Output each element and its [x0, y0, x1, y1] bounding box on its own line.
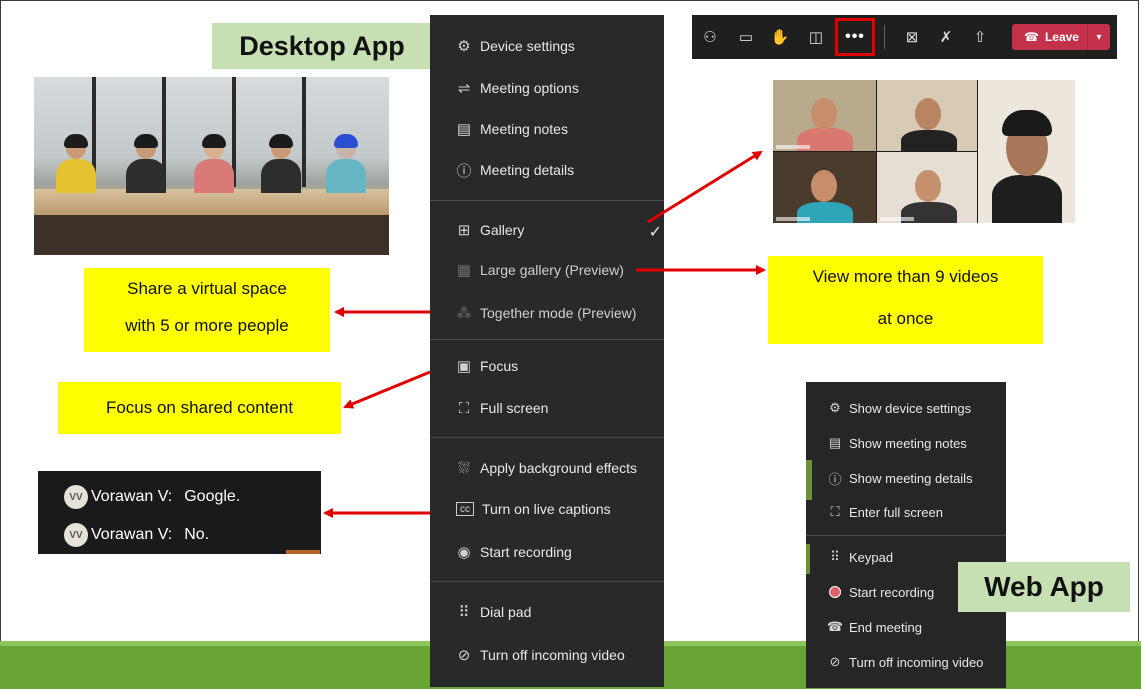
raise-hand-icon[interactable]: ✋	[764, 21, 796, 53]
more-actions-button[interactable]: •••	[835, 18, 875, 56]
fullscreen-icon: ⛶	[830, 504, 840, 519]
background-effects-icon: ⛆	[457, 459, 470, 477]
menu-item-start-recording[interactable]: ◉ Start recording	[430, 537, 664, 567]
together-mode-image	[34, 77, 389, 255]
chat-icon[interactable]: ▭	[730, 21, 762, 53]
gear-icon: ⚙	[829, 400, 841, 415]
checkmark-icon: ✓	[648, 224, 662, 241]
menu-item-together-mode[interactable]: ⁂ Together mode (Preview)	[430, 298, 664, 328]
caption-row: VV Vorawan V: No.	[64, 522, 209, 548]
web-more-actions-menu: ⚙ Show device settings ▤ Show meeting no…	[806, 382, 1006, 688]
web-menu-item-device-settings[interactable]: ⚙ Show device settings	[806, 394, 1006, 422]
captions-icon: cc	[456, 502, 474, 516]
web-menu-item-turn-off-incoming-video[interactable]: ⊘ Turn off incoming video	[806, 648, 1006, 676]
callout-focus: Focus on shared content	[58, 382, 341, 434]
gallery-icon: ⊞	[457, 222, 471, 239]
participants-icon[interactable]: ⚇	[694, 21, 726, 53]
leave-button[interactable]: ☎ Leave ▾	[1012, 24, 1110, 50]
menu-item-full-screen[interactable]: ⛶ Full screen	[430, 393, 664, 423]
desktop-more-actions-menu: ⚙ Device settings ⇌ Meeting options ▤ Me…	[430, 15, 664, 687]
info-icon: ⓘ	[828, 471, 842, 487]
chevron-down-icon[interactable]: ▾	[1087, 24, 1110, 50]
menu-item-meeting-details[interactable]: ⓘ Meeting details	[430, 155, 664, 185]
meeting-toolbar: ⚇ ▭ ✋ ◫ ••• ⊠ ✗ ⇧ ☎ Leave ▾	[692, 15, 1117, 59]
video-off-icon: ⊘	[457, 647, 471, 664]
record-icon: ◉	[457, 544, 471, 561]
caption-row: VV Vorawan V: Google.	[64, 484, 240, 510]
keypad-icon: ⠿	[830, 549, 840, 564]
gallery-view-image	[773, 80, 1075, 223]
avatar: VV	[64, 485, 88, 509]
gear-icon: ⚙	[457, 38, 471, 55]
menu-item-meeting-options[interactable]: ⇌ Meeting options	[430, 73, 664, 103]
end-call-icon: ☎	[826, 619, 844, 634]
web-menu-item-meeting-details[interactable]: ⓘ Show meeting details	[806, 464, 1006, 492]
menu-item-focus[interactable]: ▣ Focus	[430, 351, 664, 381]
live-captions-panel: VV Vorawan V: Google. VV Vorawan V: No.	[38, 471, 321, 554]
notes-icon: ▤	[828, 435, 842, 450]
share-screen-icon[interactable]: ⇧	[964, 21, 996, 53]
phone-hangup-icon: ☎	[1024, 30, 1039, 44]
record-icon	[824, 586, 846, 598]
web-menu-item-end-meeting[interactable]: ☎ End meeting	[806, 613, 1006, 641]
menu-item-gallery[interactable]: ⊞ Gallery ✓	[430, 215, 664, 245]
web-menu-item-full-screen[interactable]: ⛶ Enter full screen	[806, 498, 1006, 526]
focus-icon: ▣	[456, 358, 472, 375]
menu-item-large-gallery[interactable]: ▦ Large gallery (Preview)	[430, 255, 664, 285]
web-app-label: Web App	[958, 562, 1130, 612]
dial-pad-icon: ⠿	[458, 604, 470, 621]
rooms-icon[interactable]: ◫	[800, 21, 832, 53]
menu-item-meeting-notes[interactable]: ▤ Meeting notes	[430, 114, 664, 144]
menu-item-dial-pad[interactable]: ⠿ Dial pad	[430, 597, 664, 627]
sliders-icon: ⇌	[457, 80, 471, 97]
callout-together-mode: Share a virtual space with 5 or more peo…	[84, 268, 330, 352]
menu-item-device-settings[interactable]: ⚙ Device settings	[430, 31, 664, 61]
desktop-app-label: Desktop App	[212, 23, 432, 69]
video-off-icon: ⊘	[829, 654, 841, 669]
info-icon: ⓘ	[456, 162, 472, 180]
avatar: VV	[64, 523, 88, 547]
mic-off-icon[interactable]: ✗	[930, 21, 962, 53]
menu-item-live-captions[interactable]: cc Turn on live captions	[430, 494, 664, 524]
notes-icon: ▤	[456, 121, 472, 138]
camera-off-icon[interactable]: ⊠	[896, 21, 928, 53]
callout-large-gallery: View more than 9 videos at once	[768, 256, 1043, 344]
menu-item-background-effects[interactable]: ⛆ Apply background effects	[430, 453, 664, 483]
web-menu-item-meeting-notes[interactable]: ▤ Show meeting notes	[806, 429, 1006, 457]
menu-item-turn-off-incoming-video[interactable]: ⊘ Turn off incoming video	[430, 640, 664, 670]
together-mode-icon: ⁂	[456, 305, 472, 322]
fullscreen-icon: ⛶	[458, 399, 470, 417]
large-gallery-icon: ▦	[456, 262, 472, 279]
